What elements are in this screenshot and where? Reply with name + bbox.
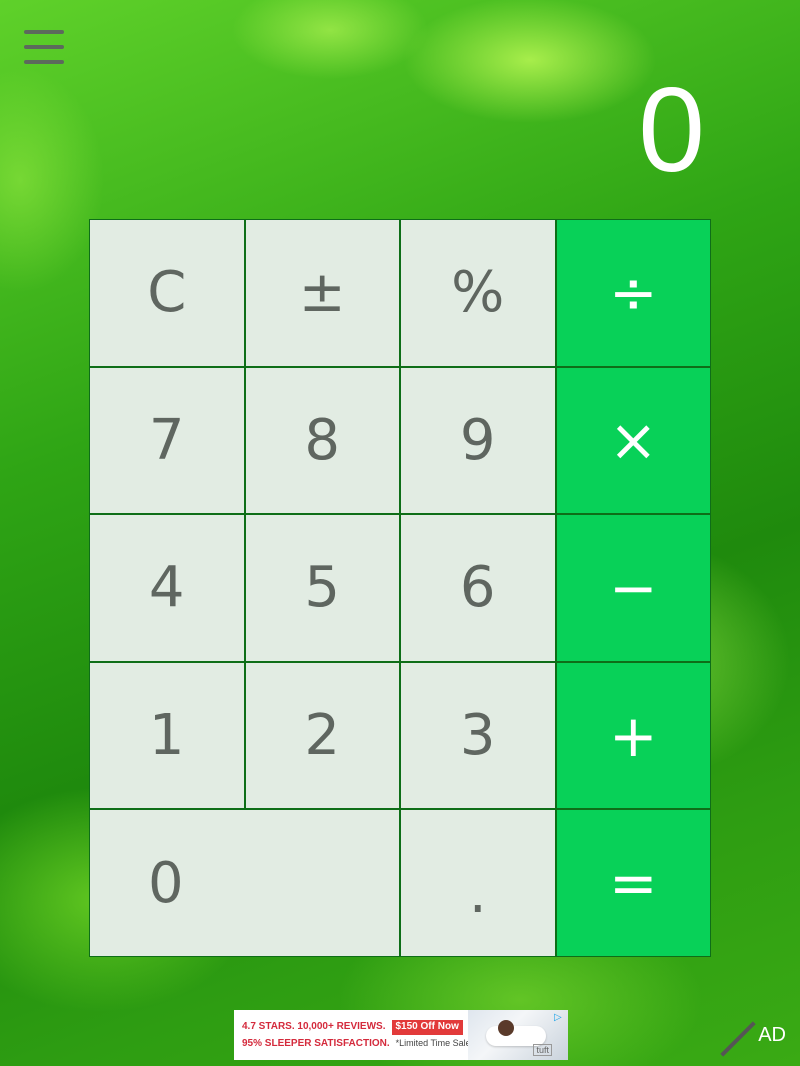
hamburger-menu-icon[interactable] (24, 30, 64, 70)
multiply-button[interactable]: × (556, 367, 710, 514)
percent-button[interactable]: % (401, 220, 555, 366)
digit-4-button[interactable]: 4 (90, 515, 244, 661)
digit-1-button[interactable]: 1 (90, 662, 244, 809)
ad-label-text: AD (758, 1024, 786, 1046)
ad-fine-print: *Limited Time Sale (395, 1038, 471, 1049)
ad-choices-icon[interactable]: ▷ (554, 1012, 566, 1024)
ad-banner[interactable]: 4.7 STARS. 10,000+ REVIEWS. $150 Off Now… (234, 1010, 568, 1060)
digit-6-button[interactable]: 6 (401, 515, 555, 661)
add-button[interactable]: + (556, 662, 710, 809)
digit-2-button[interactable]: 2 (245, 662, 399, 809)
keypad: C ± % ÷ 7 8 9 × 4 5 6 − 1 2 3 + 0 . = (89, 219, 711, 957)
decimal-point-button[interactable]: . (401, 810, 555, 956)
strike-through-icon (720, 1021, 756, 1057)
digit-8-button[interactable]: 8 (245, 367, 399, 514)
subtract-button[interactable]: − (556, 515, 710, 661)
digit-5-button[interactable]: 5 (245, 515, 399, 661)
plus-minus-button[interactable]: ± (245, 220, 399, 366)
digit-9-button[interactable]: 9 (401, 367, 555, 514)
ad-brand-logo: tuft (533, 1044, 552, 1056)
ad-copy: 4.7 STARS. 10,000+ REVIEWS. $150 Off Now… (234, 1020, 471, 1050)
ad-subheadline: 95% SLEEPER SATISFACTION. (242, 1037, 390, 1049)
digit-7-button[interactable]: 7 (90, 367, 244, 514)
ad-image (468, 1010, 568, 1060)
digit-0-button[interactable]: 0 (90, 810, 399, 956)
ad-discount-badge: $150 Off Now (391, 1020, 463, 1035)
ad-headline: 4.7 STARS. 10,000+ REVIEWS. (242, 1021, 386, 1032)
remove-ad-button[interactable]: AD (720, 1021, 786, 1057)
clear-button[interactable]: C (90, 220, 244, 366)
result-display: 0 (638, 63, 705, 197)
digit-3-button[interactable]: 3 (401, 662, 555, 809)
divide-button[interactable]: ÷ (556, 220, 710, 366)
equals-button[interactable]: = (556, 810, 710, 956)
